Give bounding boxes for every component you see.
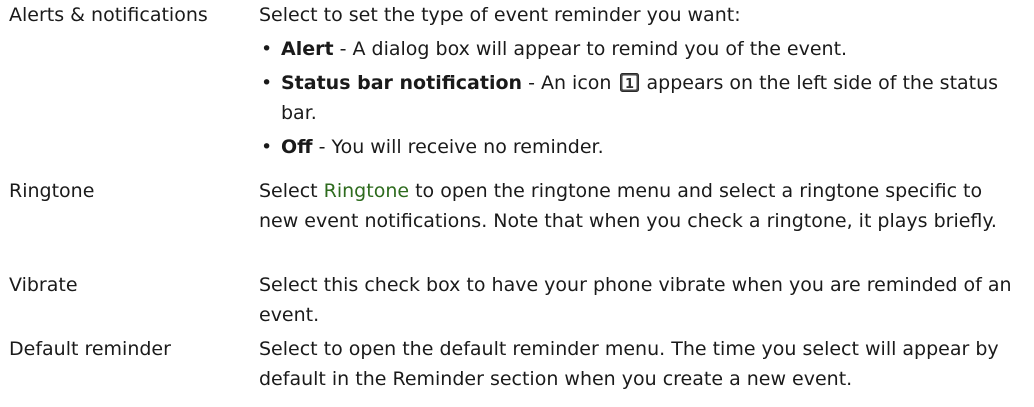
term-default-reminder: Default reminder xyxy=(9,338,171,360)
ringtone-link[interactable]: Ringtone xyxy=(324,180,409,202)
term-ringtone: Ringtone xyxy=(9,180,95,202)
list-item-off: • Off - You will receive no reminder. xyxy=(259,132,1024,162)
term-alerts-notifications: Alerts & notifications xyxy=(9,4,208,26)
ringtone-text-before: Select xyxy=(259,180,324,202)
calendar-day-digit: 1 xyxy=(624,77,633,92)
list-item-alert: • Alert - A dialog box will appear to re… xyxy=(259,34,1024,64)
alerts-intro: Select to set the type of event reminder… xyxy=(259,4,741,26)
desc-vibrate: Select this check box to have your phone… xyxy=(259,274,1012,326)
bullet-label-status-bar: Status bar notification xyxy=(281,72,523,94)
bullet-label-alert: Alert xyxy=(281,38,334,60)
desc-default-reminder: Select to open the default reminder menu… xyxy=(259,338,999,390)
bullet-text-status-bar-before: - An icon xyxy=(522,72,618,94)
bullet-text-off: - You will receive no reminder. xyxy=(312,136,604,158)
alert-type-list: • Alert - A dialog box will appear to re… xyxy=(259,34,1024,162)
bullet-marker: • xyxy=(261,72,273,94)
desc-alerts-notifications: Select to set the type of event reminder… xyxy=(259,0,1024,162)
calendar-day-icon: 1 xyxy=(619,73,639,92)
bullet-marker: • xyxy=(261,136,273,158)
list-item-status-bar: • Status bar notification - An icon 1 ap… xyxy=(259,68,1024,128)
bullet-text-alert: - A dialog box will appear to remind you… xyxy=(333,38,848,60)
desc-ringtone: Select Ringtone to open the ringtone men… xyxy=(259,176,1024,236)
bullet-label-off: Off xyxy=(281,136,313,158)
settings-description-table: Alerts & notifications Select to set the… xyxy=(0,0,1034,407)
term-vibrate: Vibrate xyxy=(9,274,78,296)
bullet-marker: • xyxy=(261,38,273,60)
